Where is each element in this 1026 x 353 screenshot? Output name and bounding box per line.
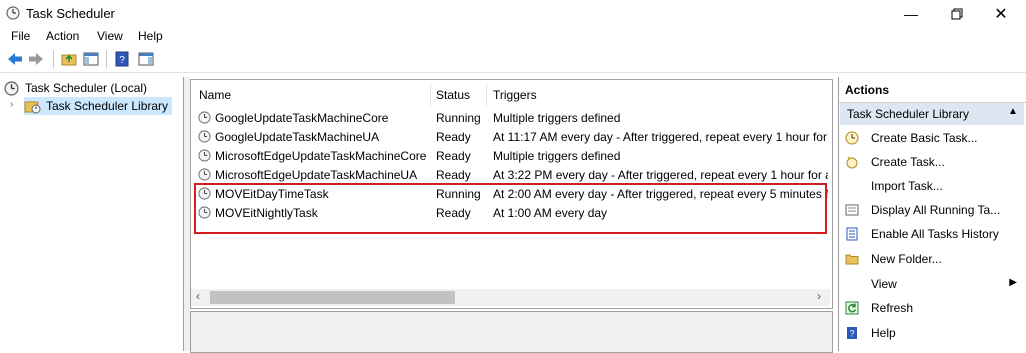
show-hide-console-tree-icon[interactable] — [82, 50, 100, 68]
folder-icon — [845, 254, 859, 265]
action-import-task[interactable]: Import Task... — [845, 174, 1023, 198]
actions-section-header[interactable]: Task Scheduler Library ▲ — [840, 103, 1024, 125]
toolbar-separator — [53, 50, 54, 68]
action-create-task[interactable]: Create Task... — [845, 150, 1023, 174]
column-header-status[interactable]: Status — [436, 88, 470, 102]
help-icon: ? — [847, 327, 857, 339]
chevron-right-icon[interactable]: › — [10, 99, 13, 110]
menu-action[interactable]: Action — [46, 29, 79, 43]
task-name: GoogleUpdateTaskMachineCore — [215, 111, 389, 125]
action-label: View — [871, 277, 897, 291]
svg-text:?: ? — [849, 329, 854, 339]
actions-section-title: Task Scheduler Library — [847, 107, 970, 121]
table-row[interactable]: GoogleUpdateTaskMachineUA Ready At 11:17 A… — [198, 127, 828, 146]
task-status: Ready — [436, 130, 471, 144]
menu-file[interactable]: File — [11, 29, 30, 43]
show-hide-action-pane-icon[interactable] — [137, 50, 155, 68]
submenu-arrow-icon: ▶ — [1009, 277, 1017, 288]
refresh-icon — [845, 301, 859, 315]
column-header-name[interactable]: Name — [199, 88, 231, 102]
minimize-button[interactable]: — — [888, 0, 934, 27]
task-name: MicrosoftEdgeUpdateTaskMachineCore — [215, 149, 427, 163]
close-icon: ✕ — [994, 5, 1008, 23]
column-header-triggers[interactable]: Triggers — [493, 88, 537, 102]
column-divider[interactable] — [486, 84, 487, 106]
clock-icon — [4, 80, 19, 96]
action-help[interactable]: ? Help — [845, 321, 1023, 345]
tree-item-label: Task Scheduler Library — [46, 99, 169, 113]
create-basic-task-icon — [845, 131, 859, 145]
tree-item-task-scheduler-local[interactable]: Task Scheduler (Local) — [4, 79, 147, 97]
action-label: New Folder... — [871, 252, 942, 266]
window-title: Task Scheduler — [26, 6, 115, 21]
restore-icon — [951, 8, 963, 19]
title-bar — [0, 0, 1026, 27]
menu-bar: File Action View Help — [0, 27, 1026, 46]
up-folder-icon[interactable] — [60, 50, 78, 68]
toolbar: ? — [0, 46, 1026, 73]
task-status: Ready — [436, 168, 471, 182]
tree-item-label: Task Scheduler (Local) — [25, 81, 148, 95]
action-enable-all-tasks-history[interactable]: Enable All Tasks History — [845, 222, 1023, 246]
display-running-icon — [845, 204, 859, 216]
task-triggers: Multiple triggers defined — [493, 149, 621, 163]
scroll-right-icon[interactable]: › — [817, 289, 821, 303]
help-book-icon[interactable]: ? — [113, 50, 131, 68]
console-tree: Task Scheduler (Local) › Task Scheduler … — [0, 77, 184, 351]
menu-help[interactable]: Help — [138, 29, 163, 43]
table-row[interactable]: MicrosoftEdgeUpdateTaskMachineCore Ready M… — [198, 146, 828, 165]
task-name: MicrosoftEdgeUpdateTaskMachineUA — [215, 168, 418, 182]
back-arrow-icon[interactable] — [6, 50, 24, 68]
history-icon — [846, 227, 858, 241]
toolbar-separator — [106, 50, 107, 68]
actions-header: Actions — [845, 83, 890, 97]
task-triggers: At 3:22 PM every day - After triggered, … — [493, 168, 828, 182]
action-create-basic-task[interactable]: Create Basic Task... — [845, 126, 1023, 150]
task-triggers: At 11:17 AM every day - After triggered,… — [493, 130, 828, 144]
scroll-left-icon[interactable]: ‹ — [196, 289, 200, 303]
action-label: Refresh — [871, 301, 914, 315]
svg-text:?: ? — [119, 55, 125, 66]
task-triggers: Multiple triggers defined — [493, 111, 621, 125]
maximize-button[interactable] — [934, 0, 980, 27]
action-refresh[interactable]: Refresh — [845, 296, 1023, 320]
close-button[interactable]: ✕ — [978, 0, 1024, 27]
action-label: Create Task... — [871, 155, 945, 169]
highlight-box — [194, 183, 827, 234]
collapse-up-icon[interactable]: ▲ — [1008, 106, 1018, 117]
folder-clock-icon — [24, 101, 41, 113]
action-label: Create Basic Task... — [871, 131, 978, 145]
task-name: GoogleUpdateTaskMachineUA — [215, 130, 380, 144]
task-details-pane — [190, 311, 833, 353]
action-label: Import Task... — [871, 179, 943, 193]
minimize-icon: — — [904, 5, 918, 22]
table-row[interactable]: MicrosoftEdgeUpdateTaskMachineUA Ready At … — [198, 165, 828, 184]
action-view[interactable]: View ▶ — [845, 272, 1023, 296]
clock-icon — [198, 149, 211, 162]
action-label: Display All Running Ta... — [871, 203, 1001, 217]
clock-icon — [198, 168, 211, 181]
tree-item-task-scheduler-library[interactable]: Task Scheduler Library — [24, 97, 173, 115]
forward-arrow-icon[interactable] — [27, 50, 45, 68]
task-status: Running — [436, 111, 481, 125]
create-task-icon — [846, 156, 858, 169]
column-divider[interactable] — [430, 84, 431, 106]
action-new-folder[interactable]: New Folder... — [845, 247, 1023, 271]
table-row[interactable]: GoogleUpdateTaskMachineCore Running Multip… — [198, 108, 828, 127]
task-status: Ready — [436, 149, 471, 163]
action-label: Help — [871, 326, 896, 340]
menu-view[interactable]: View — [97, 29, 123, 43]
clock-icon — [198, 130, 211, 143]
action-label: Enable All Tasks History — [871, 227, 999, 241]
action-display-all-running-tasks[interactable]: Display All Running Ta... — [845, 198, 1023, 222]
clock-icon — [198, 111, 211, 124]
scrollbar-thumb[interactable] — [210, 291, 455, 304]
clock-icon — [6, 6, 20, 20]
